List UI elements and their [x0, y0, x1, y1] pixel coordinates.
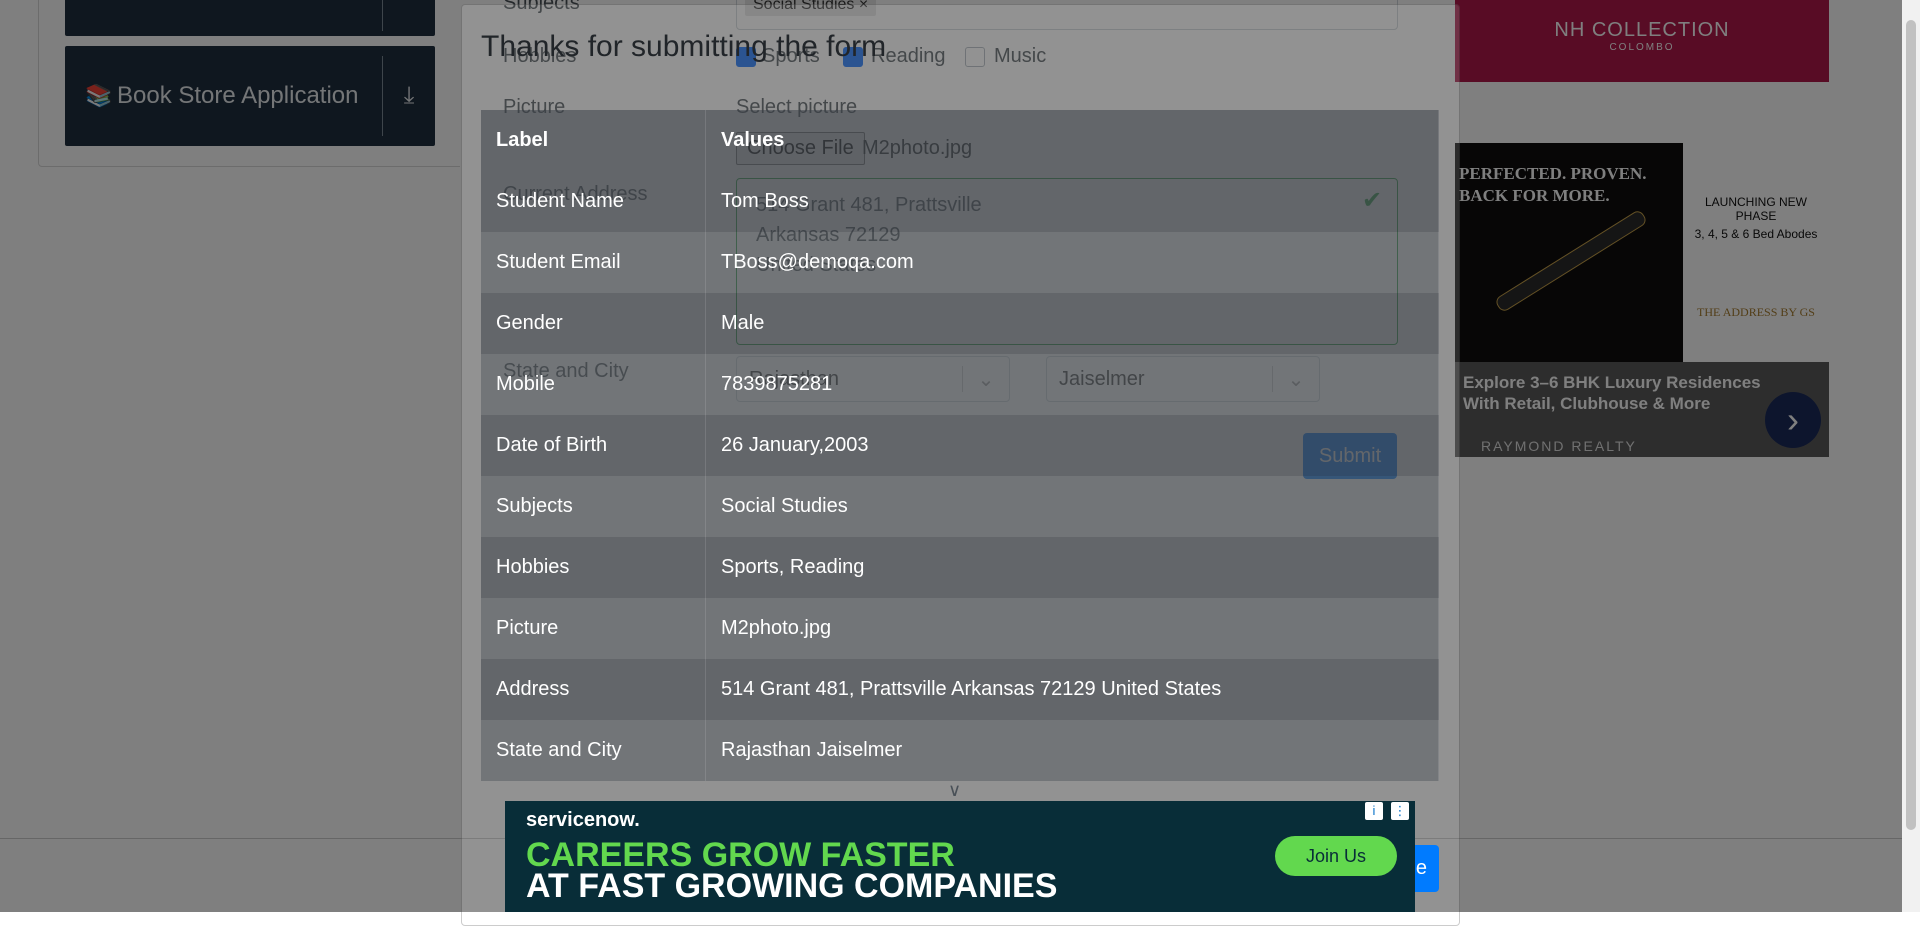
join-us-button[interactable]: Join Us: [1275, 836, 1397, 876]
table-header-row: Label Values: [481, 110, 1439, 171]
servicenow-logo: servicenow.: [526, 809, 640, 831]
table-row: Subjects Social Studies: [481, 476, 1439, 537]
row-value: Tom Boss: [705, 171, 1439, 232]
ad-headline-2: AT FAST GROWING COMPANIES: [526, 867, 1058, 905]
row-value: Male: [705, 293, 1439, 354]
row-value: TBoss@demoqa.com: [705, 232, 1439, 293]
row-label: State and City: [481, 720, 706, 781]
row-label: Hobbies: [481, 537, 706, 598]
row-label: Picture: [481, 598, 706, 659]
row-value: Social Studies: [705, 476, 1439, 537]
row-value: M2photo.jpg: [705, 598, 1439, 659]
table-row: Date of Birth 26 January,2003: [481, 415, 1439, 476]
modal-title: Thanks for submitting the form: [481, 30, 887, 63]
table-row: Address 514 Grant 481, Prattsville Arkans…: [481, 659, 1439, 720]
column-header: Values: [705, 110, 1439, 171]
row-label: Address: [481, 659, 706, 720]
table-row: Hobbies Sports, Reading: [481, 537, 1439, 598]
row-label: Mobile: [481, 354, 706, 415]
row-value: Sports, Reading: [705, 537, 1439, 598]
servicenow-ad[interactable]: servicenow. CAREERS GROW FASTER AT FAST …: [505, 801, 1415, 912]
ad-menu-icon[interactable]: ⋮: [1391, 802, 1409, 820]
row-label: Subjects: [481, 476, 706, 537]
row-value: 26 January,2003: [705, 415, 1439, 476]
scrollbar-thumb[interactable]: [1906, 20, 1916, 830]
row-label: Student Email: [481, 232, 706, 293]
scrollbar[interactable]: [1902, 0, 1920, 912]
table-row: Student Email TBoss@demoqa.com: [481, 232, 1439, 293]
row-value: 514 Grant 481, Prattsville Arkansas 7212…: [705, 659, 1439, 720]
row-label: Student Name: [481, 171, 706, 232]
table-row: Picture M2photo.jpg: [481, 598, 1439, 659]
row-label: Date of Birth: [481, 415, 706, 476]
row-label: Gender: [481, 293, 706, 354]
table-row: Gender Male: [481, 293, 1439, 354]
ad-info-icon[interactable]: i: [1365, 802, 1383, 820]
table-row: Student Name Tom Boss: [481, 171, 1439, 232]
results-table: Label Values Student Name Tom Boss Student…: [481, 110, 1439, 781]
column-header: Label: [481, 110, 706, 171]
row-value: 7839875281: [705, 354, 1439, 415]
row-value: Rajasthan Jaiselmer: [705, 720, 1439, 781]
table-row: Mobile 7839875281: [481, 354, 1439, 415]
table-row: State and City Rajasthan Jaiselmer: [481, 720, 1439, 781]
chevron-down-icon: ∨: [948, 780, 962, 800]
